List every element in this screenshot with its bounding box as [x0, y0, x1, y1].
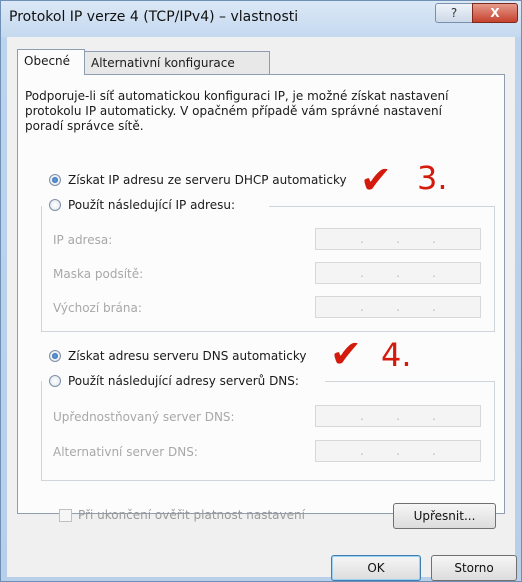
ip-manual-radio[interactable] [49, 199, 61, 211]
close-button[interactable]: X [472, 3, 518, 23]
window-title: Protokol IP verze 4 (TCP/IPv4) – vlastno… [9, 9, 299, 25]
alternate-dns-label: Alternativní server DNS: [53, 445, 198, 459]
step-3-annotation: 3. [417, 159, 448, 197]
step-4-annotation: 4. [381, 336, 412, 374]
dns-auto-option[interactable]: Získat adresu serveru DNS automaticky [49, 349, 306, 363]
preferred-dns-label: Upřednostňovaný server DNS: [53, 410, 235, 424]
dns-manual-group [41, 381, 495, 481]
dns-manual-radio[interactable] [49, 375, 61, 387]
tab-alternative-config[interactable]: Alternativní konfigurace [84, 51, 270, 75]
dns-auto-label: Získat adresu serveru DNS automaticky [68, 349, 307, 363]
description-text: Podporuje-li síť automatickou konfigurac… [25, 89, 449, 133]
subnet-mask-field[interactable]: ... [315, 262, 481, 284]
preferred-dns-field[interactable]: ... [315, 405, 481, 427]
ip-manual-option[interactable]: Použít následující IP adresu: [49, 198, 235, 212]
group-divider [269, 206, 495, 207]
ip-manual-label: Použít následující IP adresu: [68, 198, 235, 212]
ip-auto-option[interactable]: Získat IP adresu ze serveru DHCP automat… [49, 173, 347, 187]
title-bar[interactable]: Protokol IP verze 4 (TCP/IPv4) – vlastno… [1, 1, 521, 37]
checkmark-icon: ✔ [360, 158, 392, 202]
gateway-field[interactable]: ... [315, 296, 481, 318]
dns-auto-radio[interactable] [49, 350, 61, 362]
alternate-dns-field[interactable]: ... [315, 440, 481, 462]
validate-settings-checkbox[interactable] [59, 508, 72, 522]
dns-manual-label: Použít následující adresy serverů DNS: [68, 374, 299, 388]
dns-manual-option[interactable]: Použít následující adresy serverů DNS: [49, 374, 299, 388]
cancel-button[interactable]: Storno [431, 555, 517, 581]
help-button[interactable]: ? [435, 3, 473, 23]
ok-button[interactable]: OK [331, 555, 421, 581]
checkmark-icon: ✔ [330, 332, 362, 376]
subnet-mask-label: Maska podsítě: [53, 267, 144, 281]
advanced-button[interactable]: Upřesnit... [393, 503, 496, 529]
properties-dialog: Protokol IP verze 4 (TCP/IPv4) – vlastno… [0, 0, 522, 582]
validate-settings-option[interactable]: Při ukončení ověřit platnost nastavení [59, 508, 305, 522]
validate-settings-label: Při ukončení ověřit platnost nastavení [78, 508, 305, 522]
dialog-body: Obecné Alternativní konfigurace Podporuj… [7, 37, 515, 577]
ip-address-field[interactable]: ... [315, 228, 481, 250]
ip-auto-label: Získat IP adresu ze serveru DHCP automat… [68, 173, 347, 187]
tab-general[interactable]: Obecné [17, 49, 85, 75]
gateway-label: Výchozí brána: [53, 301, 142, 315]
ip-auto-radio[interactable] [49, 174, 61, 186]
group-divider [325, 381, 495, 382]
ip-address-label: IP adresa: [53, 233, 113, 247]
